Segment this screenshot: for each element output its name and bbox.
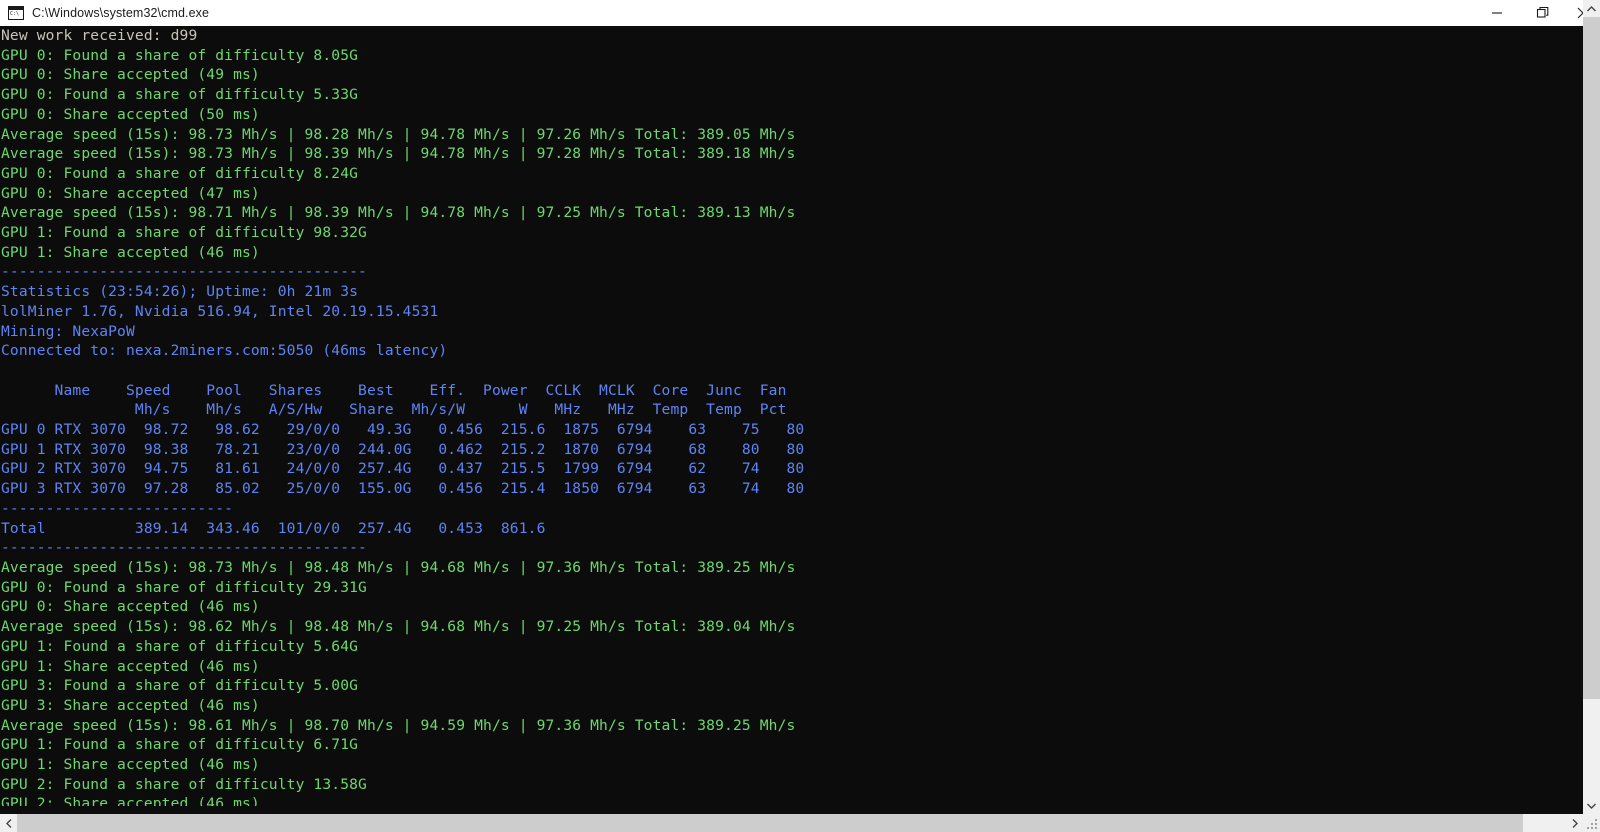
console-text: New work received: d99 GPU 0: Found a sha… xyxy=(0,26,804,806)
console-line: GPU 0 RTX 3070 98.72 98.62 29/0/0 49.3G … xyxy=(1,421,805,439)
console-line: GPU 0: Share accepted (50 ms) xyxy=(1,105,260,123)
console-line: Average speed (15s): 98.61 Mh/s | 98.70 … xyxy=(1,716,796,734)
console-line: GPU 3 RTX 3070 97.28 85.02 25/0/0 155.0G… xyxy=(1,480,805,498)
console-line: ----------------------------------------… xyxy=(1,539,367,557)
console-line: GPU 1: Found a share of difficulty 6.71G xyxy=(1,736,359,754)
console-line: -------------------------- xyxy=(1,499,234,517)
console-line: lolMiner 1.76, Nvidia 516.94, Intel 20.1… xyxy=(1,302,439,320)
minimize-button[interactable] xyxy=(1474,0,1520,26)
console-line: GPU 1: Found a share of difficulty 98.32… xyxy=(1,224,367,242)
console-line: GPU 3: Share accepted (46 ms) xyxy=(1,696,260,714)
console-line: Average speed (15s): 98.73 Mh/s | 98.39 … xyxy=(1,145,796,163)
cmd-window: C:\Windows\system32\cmd.exe New work rec… xyxy=(0,0,1600,832)
console-line: Mh/s Mh/s A/S/Hw Share Mh/s/W W MHz MHz … xyxy=(1,401,787,419)
window-title: C:\Windows\system32\cmd.exe xyxy=(32,6,210,20)
horizontal-scrollbar[interactable] xyxy=(0,814,1583,832)
console-line: GPU 1: Share accepted (46 ms) xyxy=(1,243,260,261)
console-line: GPU 1: Found a share of difficulty 5.64G xyxy=(1,637,359,655)
console-line: GPU 0: Share accepted (49 ms) xyxy=(1,66,260,84)
console-line: GPU 2: Share accepted (46 ms) xyxy=(1,795,260,806)
console-line: GPU 0: Found a share of difficulty 5.33G xyxy=(1,86,359,104)
console-line: Statistics (23:54:26); Uptime: 0h 21m 3s xyxy=(1,283,359,301)
scroll-left-arrow-icon[interactable] xyxy=(0,814,17,832)
console-line: Average speed (15s): 98.73 Mh/s | 98.48 … xyxy=(1,558,796,576)
console-line: Average speed (15s): 98.62 Mh/s | 98.48 … xyxy=(1,618,796,636)
console-line: Average speed (15s): 98.71 Mh/s | 98.39 … xyxy=(1,204,796,222)
scroll-up-arrow-icon[interactable] xyxy=(1583,0,1600,17)
console-line: GPU 1 RTX 3070 98.38 78.21 23/0/0 244.0G… xyxy=(1,440,805,458)
console-line: GPU 0: Found a share of difficulty 29.31… xyxy=(1,578,367,596)
console-line: ----------------------------------------… xyxy=(1,263,367,281)
console-line: GPU 2 RTX 3070 94.75 81.61 24/0/0 257.4G… xyxy=(1,460,805,478)
console-line: GPU 1: Share accepted (46 ms) xyxy=(1,756,260,774)
console-line: GPU 0: Share accepted (47 ms) xyxy=(1,184,260,202)
horizontal-scrollbar-thumb[interactable] xyxy=(17,814,1523,832)
console-line: GPU 3: Found a share of difficulty 5.00G xyxy=(1,677,359,695)
vertical-scrollbar[interactable] xyxy=(1583,0,1600,814)
resize-grip-icon[interactable] xyxy=(1583,814,1600,832)
console-line: Mining: NexaPoW xyxy=(1,322,135,340)
console-line: GPU 1: Share accepted (46 ms) xyxy=(1,657,260,675)
console-line: Name Speed Pool Shares Best Eff. Power C… xyxy=(1,381,787,399)
console-line: New work received: d99 xyxy=(1,27,198,44)
vertical-scrollbar-thumb[interactable] xyxy=(1583,17,1600,699)
console-line: Average speed (15s): 98.73 Mh/s | 98.28 … xyxy=(1,125,796,143)
title-bar[interactable]: C:\Windows\system32\cmd.exe xyxy=(0,0,1600,26)
scroll-down-arrow-icon[interactable] xyxy=(1583,797,1600,814)
cmd-console-icon xyxy=(8,6,24,20)
console-line: GPU 0: Found a share of difficulty 8.05G xyxy=(1,46,359,64)
console-output-area[interactable]: New work received: d99 GPU 0: Found a sha… xyxy=(0,26,1553,806)
console-line: GPU 0: Found a share of difficulty 8.24G xyxy=(1,164,359,182)
scroll-right-arrow-icon[interactable] xyxy=(1566,814,1583,832)
console-line: GPU 0: Share accepted (46 ms) xyxy=(1,598,260,616)
restore-button[interactable] xyxy=(1520,0,1566,26)
console-line: Total 389.14 343.46 101/0/0 257.4G 0.453… xyxy=(1,519,546,537)
console-line: GPU 2: Found a share of difficulty 13.58… xyxy=(1,775,367,793)
console-line: Connected to: nexa.2miners.com:5050 (46m… xyxy=(1,342,448,360)
